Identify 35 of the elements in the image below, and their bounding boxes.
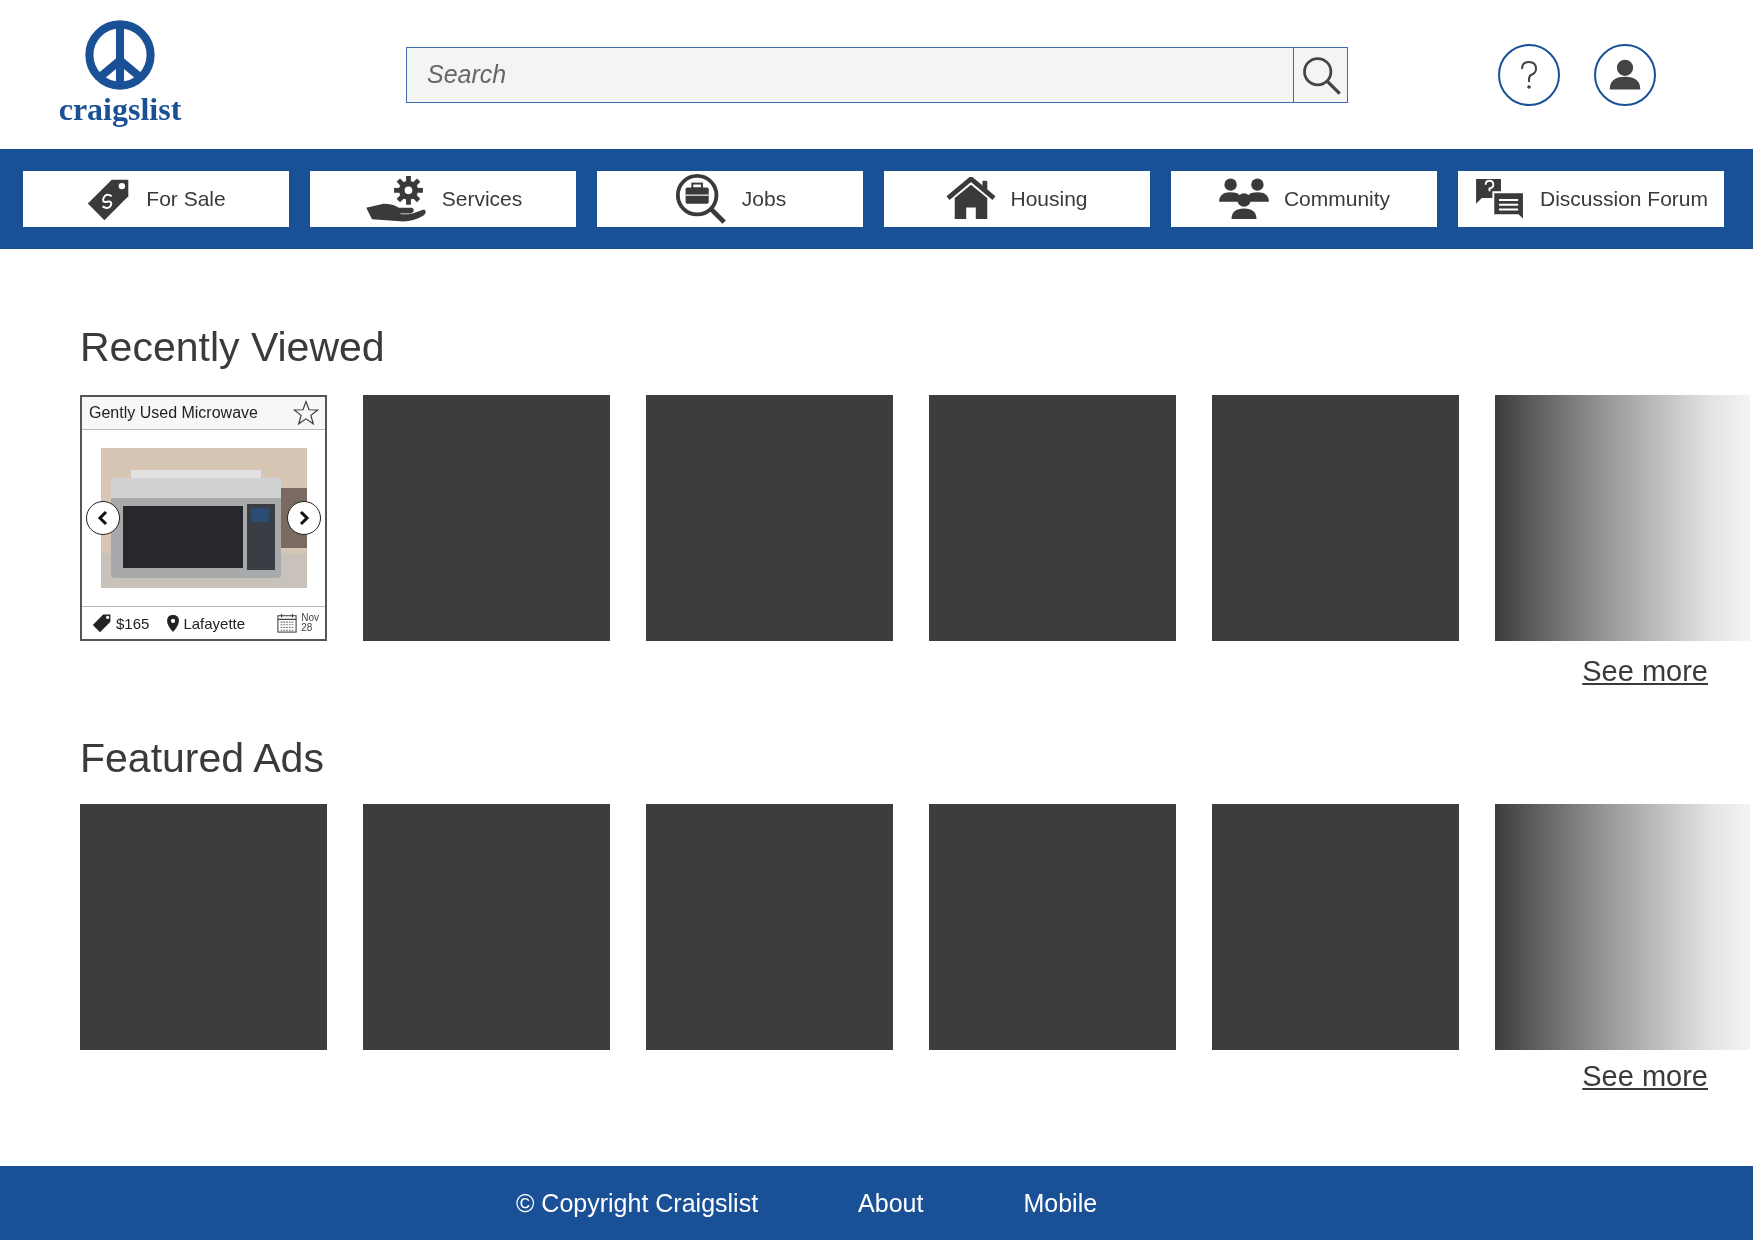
next-image-button[interactable] (287, 501, 321, 535)
footer-link[interactable]: About (858, 1188, 924, 1218)
chat-bubbles-icon (1473, 177, 1526, 221)
category-button[interactable]: Jobs (597, 171, 863, 227)
see-more-link[interactable]: See more (1582, 1060, 1708, 1093)
section-heading: Featured Ads (80, 734, 325, 782)
faded-listing-placeholder[interactable] (1495, 395, 1750, 641)
copyright-text: © Copyright Craigslist (516, 1188, 759, 1218)
see-more-link[interactable]: See more (1582, 655, 1708, 688)
section-heading: Recently Viewed (80, 323, 386, 371)
search-field[interactable]: Search (406, 46, 1293, 103)
logo-wordmark[interactable]: craigslist (58, 92, 182, 125)
category-button[interactable]: Services (310, 171, 576, 227)
calendar-icon (277, 613, 298, 633)
category-button[interactable]: Community (1171, 171, 1437, 227)
star-icon[interactable] (293, 400, 319, 426)
category-button[interactable]: Housing (884, 171, 1150, 227)
listing-card[interactable]: Gently Used Microwave $165 Lafayette Nov 28 (80, 395, 327, 641)
listing-location: Lafayette (183, 614, 246, 632)
briefcase-magnifier-icon (673, 172, 728, 226)
previous-image-button[interactable] (86, 501, 120, 535)
peace-logo-icon[interactable] (84, 18, 156, 91)
footer-link[interactable]: Mobile (1023, 1188, 1098, 1218)
faded-listing-placeholder[interactable] (1495, 804, 1750, 1050)
listing-title: Gently Used Microwave (89, 404, 258, 422)
question-mark-icon (1519, 59, 1539, 90)
listing-date: Nov 28 (301, 613, 319, 633)
group-of-people-icon (1217, 177, 1270, 221)
category-button[interactable]: Discussion Forum (1458, 171, 1724, 227)
price-tag-icon (92, 613, 112, 633)
location-pin-icon (167, 614, 180, 632)
category-button[interactable]: For Sale (23, 171, 289, 227)
listing-price: $165 (116, 614, 150, 632)
house-icon (946, 177, 997, 221)
search-button[interactable] (1293, 46, 1348, 103)
